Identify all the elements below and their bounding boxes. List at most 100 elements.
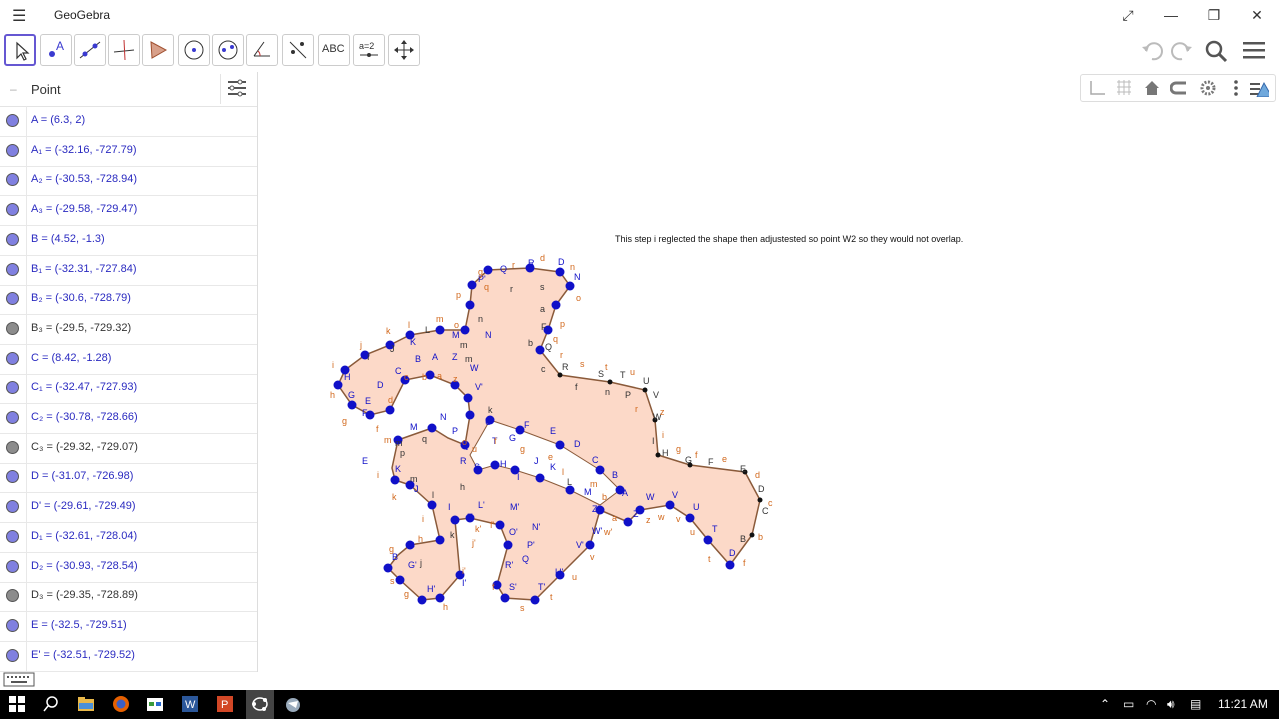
algebra-row[interactable]: B = (4.52, -1.3): [0, 224, 257, 256]
polygon-vertex-point[interactable]: [463, 393, 473, 403]
visibility-toggle-icon[interactable]: [6, 321, 19, 335]
polygon-vertex-point[interactable]: [383, 563, 393, 573]
polygon-vertex-point[interactable]: [490, 460, 500, 470]
gear-icon[interactable]: [1198, 79, 1218, 97]
polygon-vertex-point[interactable]: [685, 513, 695, 523]
reflected-shape-polygon[interactable]: [337, 267, 761, 601]
polygon-vertex-point[interactable]: [585, 540, 595, 550]
point-capturing-icon[interactable]: [1170, 79, 1190, 97]
firefox-icon[interactable]: [112, 695, 132, 715]
wifi-icon[interactable]: ◠: [1146, 697, 1156, 711]
polygon-vertex-point[interactable]: [460, 325, 470, 335]
collapse-icon[interactable]: –: [10, 82, 17, 96]
algebra-row[interactable]: D' = (-29.61, -729.49): [0, 492, 257, 524]
visibility-toggle-icon[interactable]: [6, 381, 19, 395]
windows-start-icon[interactable]: [8, 695, 28, 715]
polygon-vertex-point[interactable]: [595, 465, 605, 475]
word-icon[interactable]: W: [181, 695, 201, 715]
algebra-perspective-icon[interactable]: [1249, 79, 1269, 97]
reflect-tool[interactable]: [282, 34, 314, 66]
algebra-row[interactable]: C₂ = (-30.78, -728.66): [0, 403, 257, 434]
tray-chevron-icon[interactable]: ⌃: [1100, 697, 1110, 711]
visibility-toggle-icon[interactable]: [6, 411, 19, 424]
visibility-toggle-icon[interactable]: [6, 232, 19, 246]
point-tool[interactable]: A: [40, 34, 72, 66]
algebra-row[interactable]: A₂ = (-30.53, -728.94): [0, 165, 257, 197]
visibility-toggle-icon[interactable]: [6, 559, 19, 573]
maximize-icon[interactable]: ❐: [1199, 4, 1229, 26]
algebra-row[interactable]: C₃ = (-29.32, -729.07): [0, 432, 257, 464]
close-icon[interactable]: ✕: [1242, 4, 1272, 26]
polygon-vertex-point[interactable]: [757, 497, 763, 503]
algebra-row[interactable]: D₃ = (-29.35, -728.89): [0, 581, 257, 613]
polygon-vertex-point[interactable]: [607, 379, 613, 385]
battery-icon[interactable]: ▭: [1123, 697, 1134, 711]
notification-icon[interactable]: ▤: [1190, 697, 1201, 711]
polygon-vertex-point[interactable]: [565, 281, 575, 291]
polygon-vertex-point[interactable]: [557, 372, 563, 378]
polygon-vertex-point[interactable]: [749, 532, 755, 538]
visibility-toggle-icon[interactable]: [6, 173, 19, 187]
polygon-vertex-point[interactable]: [385, 405, 395, 415]
visibility-toggle-icon[interactable]: [6, 470, 19, 484]
polygon-vertex-point[interactable]: [623, 517, 633, 527]
polygon-vertex-point[interactable]: [500, 593, 510, 603]
visibility-toggle-icon[interactable]: [6, 589, 19, 603]
clock[interactable]: 11:21 AM: [1218, 697, 1268, 711]
polygon-vertex-point[interactable]: [535, 345, 545, 355]
algebra-row[interactable]: E₁ = (-32.59, -728.2): [0, 670, 257, 672]
annotation-text[interactable]: This step i reglected the shape then adj…: [615, 234, 963, 244]
polygon-vertex-point[interactable]: [535, 473, 545, 483]
visibility-toggle-icon[interactable]: [6, 203, 19, 217]
polygon-vertex-point[interactable]: [395, 575, 405, 585]
fullscreen-icon[interactable]: ⤢: [1113, 4, 1143, 26]
polygon-vertex-point[interactable]: [427, 423, 437, 433]
undo-icon[interactable]: [1138, 38, 1166, 64]
conic-tool[interactable]: [212, 34, 244, 66]
polygon-vertex-point[interactable]: [665, 500, 675, 510]
perpendicular-tool[interactable]: [108, 34, 140, 66]
slider-tool[interactable]: a=2: [353, 34, 385, 66]
geogebra-taskbar-button[interactable]: [246, 690, 274, 719]
hamburger-icon[interactable]: ☰: [12, 6, 26, 26]
polygon-vertex-point[interactable]: [642, 387, 648, 393]
keyboard-icon[interactable]: [3, 672, 37, 690]
polygon-vertex-point[interactable]: [725, 560, 735, 570]
powerpoint-icon[interactable]: P: [216, 695, 236, 715]
polygon-vertex-point[interactable]: [347, 400, 357, 410]
menu-icon[interactable]: [1240, 38, 1268, 64]
axes-icon[interactable]: [1087, 79, 1107, 97]
algebra-row[interactable]: E = (-32.5, -729.51): [0, 610, 257, 642]
algebra-row[interactable]: A = (6.3, 2): [0, 106, 257, 137]
line-tool[interactable]: [74, 34, 106, 66]
visibility-toggle-icon[interactable]: [6, 440, 19, 454]
graphics-view[interactable]: P' Q R D Nsq rnN apF bQc RfS nTU VPW IHG FE…: [262, 72, 1279, 690]
polygon-vertex-point[interactable]: [450, 515, 460, 525]
app-icon[interactable]: [284, 695, 304, 715]
polygon-vertex-point[interactable]: [333, 380, 343, 390]
polygon-vertex-point[interactable]: [555, 440, 565, 450]
visibility-toggle-icon[interactable]: [6, 143, 19, 157]
grid-icon[interactable]: [1114, 79, 1134, 97]
polygon-tool[interactable]: [142, 34, 174, 66]
angle-tool[interactable]: [246, 34, 278, 66]
graphics-canvas[interactable]: P'QR D Nsq rnN apF b Qc RfS nTU VPW IHG FE…: [262, 72, 1279, 690]
polygon-vertex-point[interactable]: [703, 535, 713, 545]
visibility-toggle-icon[interactable]: [6, 500, 19, 514]
polygon-vertex-point[interactable]: [467, 280, 477, 290]
algebra-row[interactable]: A₁ = (-32.16, -727.79): [0, 135, 257, 167]
circle-tool[interactable]: [178, 34, 210, 66]
polygon-vertex-point[interactable]: [503, 540, 513, 550]
home-icon[interactable]: [1142, 79, 1162, 97]
visibility-toggle-icon[interactable]: [6, 618, 19, 632]
minimize-icon[interactable]: —: [1156, 4, 1186, 26]
sort-options-button[interactable]: [220, 74, 253, 104]
visibility-toggle-icon[interactable]: [6, 351, 19, 365]
algebra-row[interactable]: B₃ = (-29.5, -729.32): [0, 313, 257, 345]
visibility-toggle-icon[interactable]: [6, 529, 19, 543]
polygon-vertex-point[interactable]: [655, 452, 661, 458]
algebra-row[interactable]: D₂ = (-30.93, -728.54): [0, 551, 257, 583]
polygon-vertex-point[interactable]: [435, 325, 445, 335]
polygon-vertex-point[interactable]: [555, 267, 565, 277]
polygon-vertex-point[interactable]: [465, 410, 475, 420]
